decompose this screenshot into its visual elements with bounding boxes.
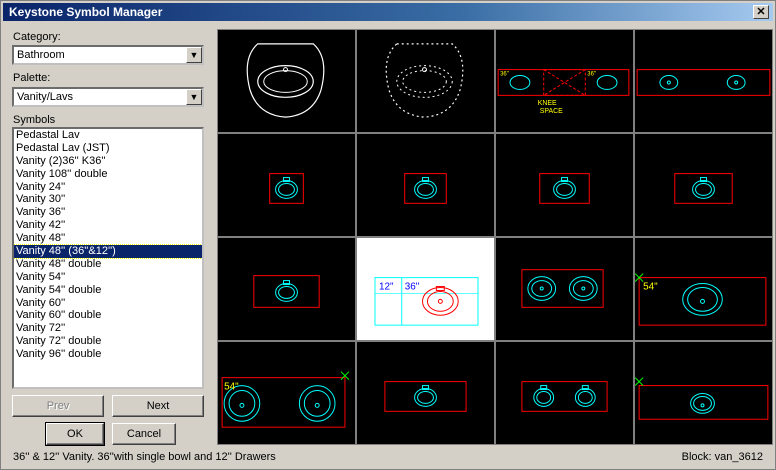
symbol-tile[interactable] bbox=[357, 134, 494, 236]
cancel-button[interactable]: Cancel bbox=[112, 423, 176, 445]
vanity-54-double-icon: 54" bbox=[221, 371, 350, 428]
symbol-tile[interactable] bbox=[635, 134, 772, 236]
list-item[interactable]: Vanity 54'' double bbox=[14, 284, 202, 297]
symbol-tile[interactable]: 54" bbox=[218, 342, 355, 444]
vanity-60-icon bbox=[384, 381, 467, 412]
list-item[interactable]: Vanity 24'' bbox=[14, 181, 202, 194]
symbol-tile[interactable] bbox=[357, 30, 494, 132]
list-item[interactable]: Vanity 36'' bbox=[14, 206, 202, 219]
knee-space-label: SPACE bbox=[540, 108, 563, 115]
list-item[interactable]: Vanity 96'' double bbox=[14, 348, 202, 361]
palette-dropdown[interactable]: Vanity/Lavs ▼ bbox=[12, 87, 204, 107]
symbols-list[interactable]: Pedastal Lav Pedastal Lav (JST) Vanity (… bbox=[12, 127, 204, 389]
vanity-54-icon: 54" bbox=[635, 273, 767, 326]
list-item[interactable]: Pedastal Lav bbox=[14, 129, 202, 142]
symbol-preview-grid: 36" 36" KNEE SPACE 12" 36" 54" 54" bbox=[217, 29, 773, 445]
vanity-60-double-icon bbox=[521, 381, 608, 412]
preview-label: 54" bbox=[224, 382, 239, 393]
list-item[interactable]: Vanity 42'' bbox=[14, 219, 202, 232]
knee-space-label: KNEE bbox=[538, 100, 557, 107]
preview-label: 36" bbox=[500, 72, 509, 78]
vanity-108-double-icon bbox=[636, 69, 771, 96]
list-item[interactable]: Vanity 30'' bbox=[14, 193, 202, 206]
window-title: Keystone Symbol Manager bbox=[9, 5, 163, 19]
title-bar: Keystone Symbol Manager ✕ bbox=[3, 3, 773, 21]
chevron-down-icon[interactable]: ▼ bbox=[186, 47, 202, 63]
category-label: Category: bbox=[13, 31, 61, 43]
symbol-tile-selected[interactable]: 12" 36" bbox=[357, 238, 494, 340]
ok-button[interactable]: OK bbox=[45, 422, 105, 446]
close-button[interactable]: ✕ bbox=[753, 5, 769, 19]
list-item[interactable]: Vanity 60'' bbox=[14, 297, 202, 310]
symbol-tile[interactable] bbox=[218, 134, 355, 236]
symbol-tile[interactable] bbox=[635, 30, 772, 132]
list-item[interactable]: Vanity 48'' double bbox=[14, 258, 202, 271]
vanity-30-icon bbox=[404, 173, 447, 204]
preview-label: 36" bbox=[587, 72, 596, 78]
list-item-selected[interactable]: Vanity 48'' (36''&12'') bbox=[14, 244, 202, 259]
list-item[interactable]: Vanity (2)36'' K36'' bbox=[14, 155, 202, 168]
symbol-tile[interactable]: 36" 36" KNEE SPACE bbox=[496, 30, 633, 132]
symbol-tile[interactable] bbox=[496, 238, 633, 340]
list-item[interactable]: Vanity 72'' bbox=[14, 322, 202, 335]
list-item[interactable]: Vanity 108'' double bbox=[14, 168, 202, 181]
pedestal-lav-icon bbox=[246, 43, 325, 118]
category-value: Bathroom bbox=[17, 49, 65, 61]
list-item[interactable]: Pedastal Lav (JST) bbox=[14, 142, 202, 155]
symbol-tile[interactable] bbox=[635, 342, 772, 444]
vanity-48-36-12-icon: 12" 36" bbox=[374, 277, 479, 326]
next-button[interactable]: Next bbox=[112, 395, 204, 417]
symbol-manager-window: Keystone Symbol Manager ✕ Category: Bath… bbox=[0, 0, 776, 470]
vanity-24-icon bbox=[269, 173, 304, 204]
list-item[interactable]: Vanity 48'' bbox=[14, 232, 202, 245]
chevron-down-icon[interactable]: ▼ bbox=[186, 89, 202, 105]
symbols-label: Symbols bbox=[13, 114, 56, 126]
list-item[interactable]: Vanity 72'' double bbox=[14, 335, 202, 348]
prev-button[interactable]: Prev bbox=[12, 395, 104, 417]
vanity-48-icon bbox=[253, 275, 320, 308]
list-item[interactable]: Vanity 60'' double bbox=[14, 309, 202, 322]
symbol-tile[interactable] bbox=[218, 238, 355, 340]
preview-label: 12" bbox=[379, 281, 394, 292]
symbol-tile[interactable]: 54" bbox=[635, 238, 772, 340]
vanity-knee-space-icon: 36" 36" KNEE SPACE bbox=[497, 69, 630, 115]
palette-label: Palette: bbox=[13, 72, 51, 84]
symbol-description: 36'' & 12'' Vanity. 36''with single bowl… bbox=[13, 451, 276, 463]
block-name: Block: van_3612 bbox=[681, 451, 763, 463]
pedestal-lav-dashed-icon bbox=[385, 43, 464, 118]
vanity-72-icon bbox=[635, 377, 769, 420]
preview-label: 54" bbox=[643, 281, 658, 292]
category-dropdown[interactable]: Bathroom ▼ bbox=[12, 45, 204, 65]
preview-label: 36" bbox=[405, 281, 420, 292]
symbol-tile[interactable] bbox=[496, 134, 633, 236]
list-item[interactable]: Vanity 54'' bbox=[14, 271, 202, 284]
vanity-48-double-icon bbox=[521, 269, 604, 308]
vanity-36-icon bbox=[539, 173, 590, 204]
symbol-tile[interactable] bbox=[218, 30, 355, 132]
symbol-tile[interactable] bbox=[357, 342, 494, 444]
palette-value: Vanity/Lavs bbox=[17, 91, 74, 103]
symbol-tile[interactable] bbox=[496, 342, 633, 444]
vanity-42-icon bbox=[674, 173, 733, 204]
